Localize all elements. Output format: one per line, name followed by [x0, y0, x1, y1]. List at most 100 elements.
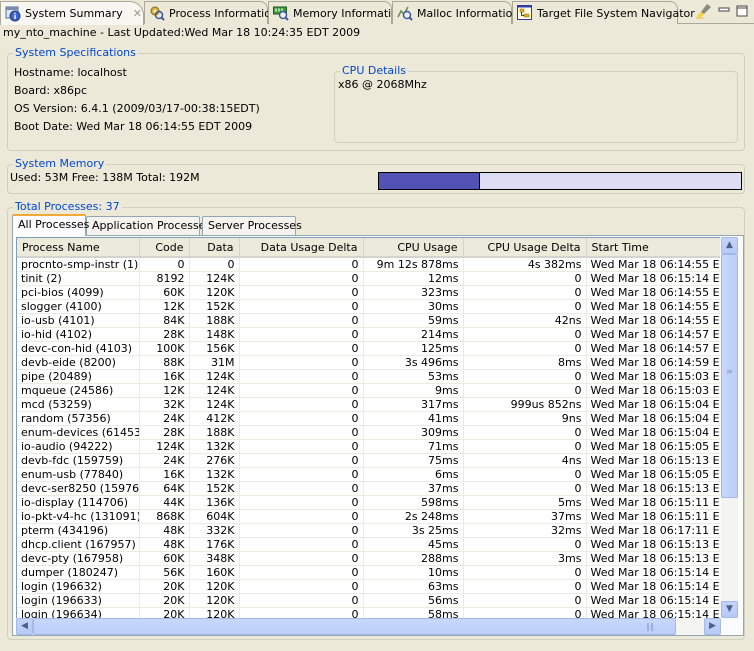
table-row[interactable]: devc-pty (167958) 60K 348K 0 288ms 3ms Wed Mar… — [17, 551, 720, 566]
tab-server-processes[interactable]: Server Processes — [202, 216, 302, 235]
maximize-icon[interactable] — [736, 5, 748, 17]
table-row[interactable]: login (196632) 20K 120K 0 63ms 0 Wed Mar 18 06… — [17, 579, 720, 594]
table-row[interactable]: devb-fdc (159759) 24K 276K 0 75ms 4ns Wed Mar … — [17, 453, 720, 468]
scroll-right-button[interactable]: ▶ — [704, 618, 721, 635]
start-time-cell: Wed Mar 18 06:14:55 ED. — [586, 257, 720, 272]
data-cell: 120K — [189, 579, 240, 594]
tab-label: Server Processes — [208, 219, 302, 232]
data-cell: 152K — [189, 299, 240, 314]
vertical-scroll-thumb[interactable]: ≡ — [721, 254, 738, 498]
code-cell: 84K — [139, 313, 190, 328]
data-usage-delta-cell: 0 — [239, 509, 364, 524]
table-row[interactable]: devc-ser8250 (159761) 64K 152K 0 37ms 0 Wed Ma… — [17, 481, 720, 496]
scroll-down-button[interactable]: ▼ — [721, 601, 738, 618]
minimize-icon[interactable] — [718, 5, 730, 17]
table-row[interactable]: login (196634) 20K 120K 0 58ms 0 Wed Mar 18 06… — [17, 607, 720, 618]
cpu-usage-delta-cell: 8ms — [463, 355, 587, 370]
code-cell: 12K — [139, 383, 190, 398]
table-row[interactable]: dumper (180247) 56K 160K 0 10ms 0 Wed Mar 18 0… — [17, 565, 720, 580]
cpu-usage-delta-cell: 0 — [463, 579, 587, 594]
start-time-cell: Wed Mar 18 06:15:13 ED. — [586, 453, 720, 468]
data-cell: 132K — [189, 467, 240, 482]
column-header-process-name[interactable]: Process Name — [17, 238, 140, 258]
column-header-cpu-usage-delta[interactable]: CPU Usage Delta — [463, 238, 587, 258]
table-row[interactable]: pterm (434196) 48K 332K 0 3s 25ms 32ms Wed Mar… — [17, 523, 720, 538]
tab-system-summary[interactable]: System Summary ✕ — [0, 1, 144, 25]
tab-application-processes[interactable]: Application Processes — [86, 216, 211, 235]
table-row[interactable]: tinit (2) 8192 124K 0 12ms 0 Wed Mar 18 06:15:… — [17, 271, 720, 286]
cpu-usage-cell: 309ms — [363, 425, 464, 440]
start-time-cell: Wed Mar 18 06:15:11 ED. — [586, 509, 720, 524]
cpu-usage-cell: 9ms — [363, 383, 464, 398]
tab-malloc-information[interactable]: Malloc Information — [392, 1, 519, 24]
column-header-start-time[interactable]: Start Time — [586, 238, 720, 258]
process-name-cell: login (196632) — [17, 579, 140, 594]
scroll-left-button[interactable]: ◀ — [16, 618, 33, 635]
data-cell: 124K — [189, 383, 240, 398]
vertical-scrollbar[interactable]: ▲ ≡ ▼ — [721, 237, 738, 618]
table-row[interactable]: pipe (20489) 16K 124K 0 53ms 0 Wed Mar 18 06:1… — [17, 369, 720, 384]
process-name-cell: devb-fdc (159759) — [17, 453, 140, 468]
horizontal-scrollbar[interactable]: ◀ ‖‖ ▶ — [16, 618, 721, 635]
start-time-cell: Wed Mar 18 06:15:04 ED. — [586, 411, 720, 426]
cpu-usage-cell: 71ms — [363, 439, 464, 454]
table-row[interactable]: mqueue (24586) 12K 124K 0 9ms 0 Wed Mar 18 06:… — [17, 383, 720, 398]
table-row[interactable]: io-usb (4101) 84K 188K 0 59ms 42ns Wed Mar 18 … — [17, 313, 720, 328]
scroll-up-button[interactable]: ▲ — [721, 237, 738, 254]
data-usage-delta-cell: 0 — [239, 537, 364, 552]
cpu-usage-cell: 214ms — [363, 327, 464, 342]
column-header-data[interactable]: Data — [189, 238, 240, 258]
process-name-cell: enum-devices (61453) — [17, 425, 140, 440]
tab-label: All Processes — [18, 218, 90, 231]
cpu-usage-delta-cell: 0 — [463, 271, 587, 286]
start-time-cell: Wed Mar 18 06:15:14 ED. — [586, 565, 720, 580]
tab-process-information[interactable]: Process Information — [144, 1, 278, 24]
cpu-usage-delta-cell: 32ms — [463, 523, 587, 538]
table-row[interactable]: devc-con-hid (4103) 100K 156K 0 125ms 0 Wed Ma… — [17, 341, 720, 356]
cpu-usage-delta-cell: 0 — [463, 481, 587, 496]
table-row[interactable]: random (57356) 24K 412K 0 41ms 9ns Wed Mar 18 … — [17, 411, 720, 426]
file-navigator-icon — [517, 5, 532, 20]
table-row[interactable]: pci-bios (4099) 60K 120K 0 323ms 0 Wed Mar 18 … — [17, 285, 720, 300]
horizontal-scroll-thumb[interactable]: ‖‖ — [33, 618, 676, 635]
table-row[interactable]: enum-devices (61453) 28K 188K 0 309ms 0 Wed Ma… — [17, 425, 720, 440]
memory-usage-bar — [378, 172, 742, 190]
table-row[interactable]: mcd (53259) 32K 124K 0 317ms 999us 852ns Wed M… — [17, 397, 720, 412]
grip-icon: ‖‖ — [646, 622, 654, 631]
process-info-icon — [150, 6, 165, 21]
data-cell: 31M — [189, 355, 240, 370]
cpu-usage-delta-cell: 0 — [463, 537, 587, 552]
start-time-cell: Wed Mar 18 06:14:59 ED. — [586, 355, 720, 370]
data-usage-delta-cell: 0 — [239, 285, 364, 300]
data-usage-delta-cell: 0 — [239, 495, 364, 510]
column-header-cpu-usage[interactable]: CPU Usage — [363, 238, 464, 258]
cpu-usage-cell: 56ms — [363, 593, 464, 608]
tab-memory-information[interactable]: Memory Information — [268, 1, 405, 24]
code-cell: 100K — [139, 341, 190, 356]
table-row[interactable]: slogger (4100) 12K 152K 0 30ms 0 Wed Mar 18 06… — [17, 299, 720, 314]
data-cell: 148K — [189, 327, 240, 342]
table-row[interactable]: io-hid (4102) 28K 148K 0 214ms 0 Wed Mar 18 06… — [17, 327, 720, 342]
clear-icon[interactable] — [696, 3, 712, 19]
tab-target-file-system-navigator[interactable]: Target File System Navigator — [512, 1, 695, 24]
close-icon[interactable]: ✕ — [133, 7, 142, 20]
table-row[interactable]: enum-usb (77840) 16K 132K 0 6ms 0 Wed Mar 18 0… — [17, 467, 720, 482]
process-name-cell: io-display (114706) — [17, 495, 140, 510]
column-header-code[interactable]: Code — [139, 238, 190, 258]
start-time-cell: Wed Mar 18 06:15:03 ED. — [586, 369, 720, 384]
table-row[interactable]: login (196633) 20K 120K 0 56ms 0 Wed Mar 18 06… — [17, 593, 720, 608]
table-row[interactable]: devb-eide (8200) 88K 31M 0 3s 496ms 8ms Wed Ma… — [17, 355, 720, 370]
start-time-cell: Wed Mar 18 06:14:55 ED. — [586, 285, 720, 300]
cpu-usage-delta-cell: 0 — [463, 341, 587, 356]
table-row[interactable]: dhcp.client (167957) 48K 176K 0 45ms 0 Wed Mar… — [17, 537, 720, 552]
table-row[interactable]: io-audio (94222) 124K 132K 0 71ms 0 Wed Mar 18… — [17, 439, 720, 454]
table-row[interactable]: procnto-smp-instr (1) 0 0 0 9m 12s 878ms 4s 3… — [17, 257, 720, 272]
column-header-data-usage-delta[interactable]: Data Usage Delta — [239, 238, 364, 258]
data-usage-delta-cell: 0 — [239, 341, 364, 356]
table-row[interactable]: io-pkt-v4-hc (131091) 868K 604K 0 2s 248ms 37… — [17, 509, 720, 524]
start-time-cell: Wed Mar 18 06:15:14 ED. — [586, 271, 720, 286]
data-usage-delta-cell: 0 — [239, 579, 364, 594]
table-row[interactable]: io-display (114706) 44K 136K 0 598ms 5ms Wed M… — [17, 495, 720, 510]
tab-all-processes[interactable]: All Processes — [12, 214, 90, 236]
start-time-cell: Wed Mar 18 06:15:14 ED. — [586, 593, 720, 608]
